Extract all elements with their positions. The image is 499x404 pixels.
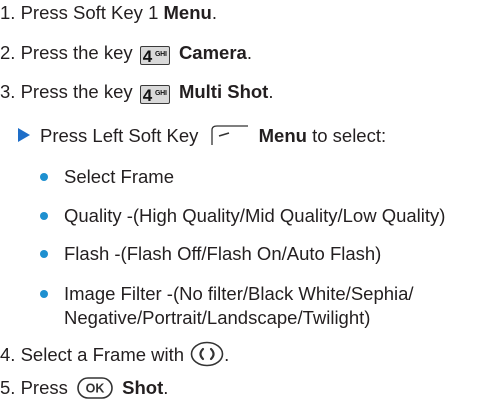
menu-label: Menu bbox=[258, 125, 307, 146]
step-number: 3. bbox=[0, 81, 16, 102]
step-number: 2. bbox=[0, 42, 16, 63]
step-number: 4. bbox=[0, 344, 16, 365]
bullet-icon bbox=[40, 173, 48, 181]
key-4-ghi-icon: 4 GHI bbox=[139, 46, 170, 65]
step-text: Press Soft Key 1 bbox=[20, 2, 159, 23]
option-item-continued: Negative/Portrait/Landscape/Twilight) bbox=[64, 307, 371, 328]
option-item: Image Filter -(No filter/Black White/Sep… bbox=[64, 283, 414, 304]
step-key-label: Shot bbox=[122, 377, 164, 398]
left-right-navigation-key-icon bbox=[190, 341, 224, 372]
step-number: 5. bbox=[0, 377, 16, 398]
option-item: Quality -(High Quality/Mid Quality/Low Q… bbox=[64, 205, 446, 226]
left-soft-key-icon bbox=[210, 124, 250, 151]
bullet-icon bbox=[40, 212, 48, 220]
step-text: Select a Frame with bbox=[20, 344, 185, 365]
step-text: Press the key bbox=[20, 81, 133, 102]
option-item: Select Frame bbox=[64, 166, 175, 187]
step-key-label: Menu bbox=[163, 2, 212, 23]
step-3: 3. Press the key 4 GHI Multi Shot. bbox=[0, 81, 274, 105]
step-number: 1. bbox=[0, 2, 16, 23]
step-4: 4. Select a Frame with . bbox=[0, 341, 229, 372]
step-text: Press bbox=[20, 377, 68, 398]
ok-key-label: OK bbox=[86, 382, 105, 396]
step-2: 2. Press the key 4 GHI Camera. bbox=[0, 42, 252, 66]
step-key-label: Camera bbox=[178, 42, 247, 63]
step-key-label: Multi Shot bbox=[178, 81, 269, 102]
step-1: 1. Press Soft Key 1 Menu. bbox=[0, 2, 217, 23]
sub-instruction-text: Press Left Soft Key bbox=[40, 125, 199, 146]
right-triangle-icon bbox=[18, 128, 30, 142]
sub-instruction: Press Left Soft Key Menu to select: bbox=[40, 124, 386, 151]
option-item: Flash -(Flash Off/Flash On/Auto Flash) bbox=[64, 243, 382, 264]
bullet-icon bbox=[40, 250, 48, 258]
bullet-icon bbox=[40, 290, 48, 298]
step-text: Press the key bbox=[20, 42, 133, 63]
key-4-ghi-icon: 4 GHI bbox=[139, 85, 170, 104]
